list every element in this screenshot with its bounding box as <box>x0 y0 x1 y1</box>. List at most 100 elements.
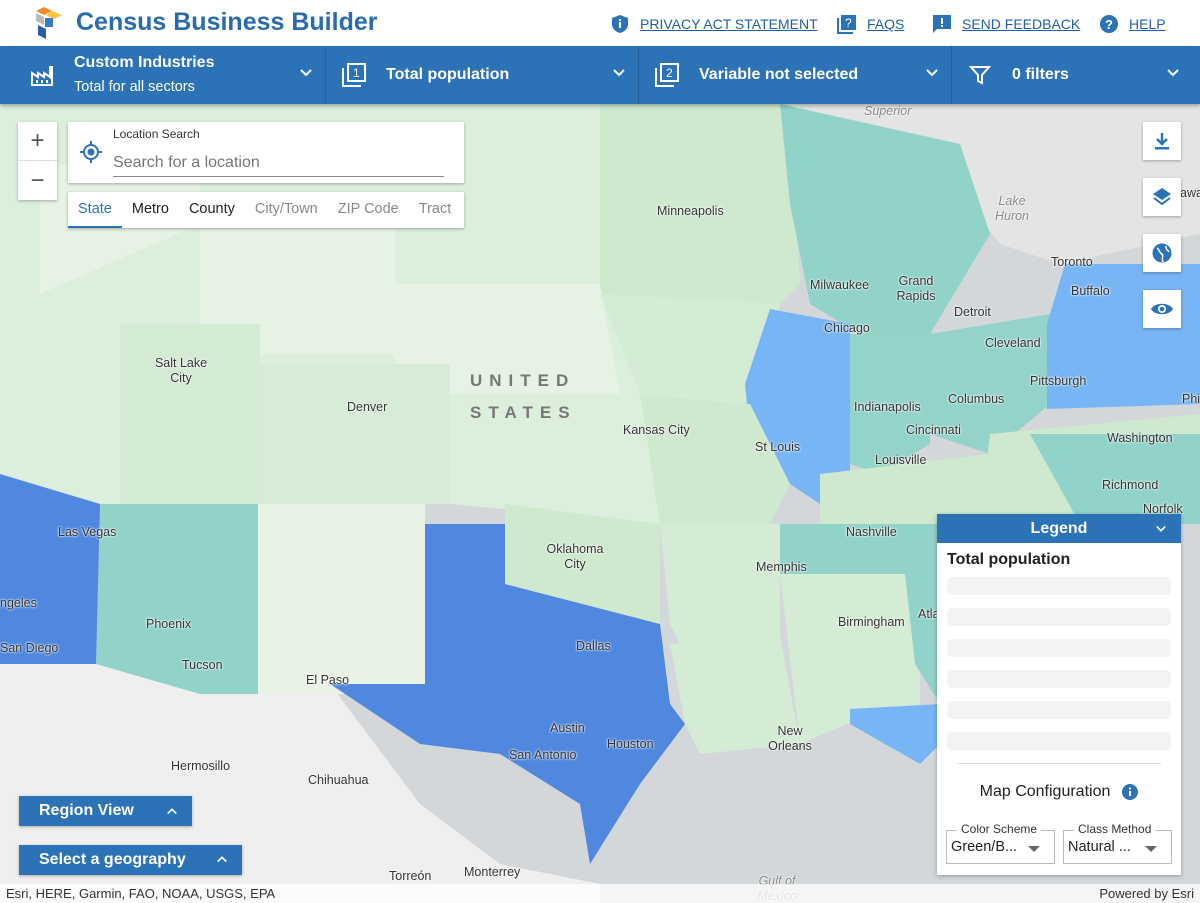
basemap-button[interactable] <box>1143 234 1181 272</box>
legend-panel: Legend Total population Map Configuratio… <box>937 514 1181 875</box>
feedback-link-label[interactable]: SEND FEEDBACK <box>962 16 1080 32</box>
legend-title: Total population <box>947 551 1071 568</box>
search-input[interactable] <box>113 149 444 177</box>
city-label: Milwaukee <box>810 278 870 292</box>
tab-city-town[interactable]: City/Town <box>245 192 328 228</box>
variable-1-selector[interactable]: 1 Total population <box>326 46 639 104</box>
city-label: Phoenix <box>146 617 192 631</box>
legend-placeholder <box>947 732 1171 750</box>
download-button[interactable] <box>1143 122 1181 160</box>
svg-text:1: 1 <box>353 66 360 80</box>
legend-placeholder <box>947 577 1171 595</box>
chevron-down-icon <box>300 69 312 77</box>
map-attribution: Esri, HERE, Garmin, FAO, NOAA, USGS, EPA… <box>0 884 1200 903</box>
tab-tract[interactable]: Tract <box>409 192 462 228</box>
factory-icon <box>31 66 53 86</box>
faqs-link-label[interactable]: FAQS <box>867 16 904 32</box>
class-method-select[interactable]: Class Method Natural ... <box>1063 822 1172 864</box>
top-bar: Census Business Builder PRIVACY ACT STAT… <box>0 0 1200 46</box>
help-link[interactable]: ? HELP <box>1099 14 1166 34</box>
powered-by-esri[interactable]: Powered by Esri <box>1099 884 1194 903</box>
eye-icon <box>1151 303 1173 315</box>
industry-selector[interactable]: Custom Industries Total for all sectors <box>0 46 326 104</box>
legend-placeholder <box>947 608 1171 626</box>
city-label: Philade <box>1182 392 1200 406</box>
city-label: Memphis <box>756 560 807 574</box>
search-label: Location Search <box>113 127 200 141</box>
city-label: Richmond <box>1102 478 1159 492</box>
cbb-logo <box>36 7 62 39</box>
city-label: Minneapolis <box>657 204 724 218</box>
city-label: Salt Lake City <box>154 356 208 385</box>
map-view[interactable]: UNITED STATES Superior Minneapolis Lake Hu… <box>0 104 1200 903</box>
layers-icon <box>1153 188 1171 206</box>
city-label: Denver <box>347 400 388 414</box>
filters-selector[interactable]: 0 filters <box>952 46 1200 104</box>
region-view-label: Region View <box>39 802 134 819</box>
tab-county[interactable]: County <box>179 192 245 228</box>
variable-2-label: Variable not selected <box>699 66 859 83</box>
feedback-link[interactable]: SEND FEEDBACK <box>932 14 1080 34</box>
city-label: Pittsburgh <box>1030 374 1087 388</box>
state-arkansas <box>660 524 780 644</box>
legend-placeholder <box>947 639 1171 657</box>
city-label: Chicago <box>824 321 870 335</box>
svg-text:?: ? <box>1105 17 1113 32</box>
zoom-in-button[interactable]: + <box>18 122 57 161</box>
select-geography-button[interactable]: Select a geography <box>19 845 242 875</box>
city-label: ngeles <box>0 596 37 610</box>
select-geography-label: Select a geography <box>39 851 186 868</box>
privacy-link[interactable]: PRIVACY ACT STATEMENT <box>610 14 818 34</box>
help-circle-icon: ? <box>1099 14 1119 34</box>
industry-title: Custom Industries <box>74 54 215 71</box>
legend-header-label: Legend <box>1030 520 1088 537</box>
color-scheme-select[interactable]: Color Scheme Green/B... <box>946 822 1055 864</box>
app-title: Census Business Builder <box>76 8 378 36</box>
city-label: Grand Rapids <box>896 274 936 303</box>
city-label: Columbus <box>948 392 1005 406</box>
tab-state[interactable]: State <box>68 192 122 228</box>
feedback-icon <box>932 14 952 34</box>
help-link-label[interactable]: HELP <box>1129 16 1166 32</box>
zoom-out-button[interactable]: − <box>18 161 57 200</box>
filter-1-icon: 1 <box>342 63 366 87</box>
city-label: St Louis <box>755 440 801 454</box>
chevron-down-icon[interactable] <box>1155 523 1167 535</box>
city-label: Detroit <box>954 305 991 319</box>
chevron-up-icon <box>167 808 177 815</box>
city-label: Las Vegas <box>58 525 117 539</box>
country-label: STATES <box>470 403 577 422</box>
city-label: Tucson <box>182 658 223 672</box>
attribution-text: Esri, HERE, Garmin, FAO, NOAA, USGS, EPA <box>6 886 276 901</box>
city-label: Cincinnati <box>906 423 961 437</box>
map-config-title: Map Configuration <box>979 783 1111 800</box>
variable-2-selector[interactable]: 2 Variable not selected <box>639 46 952 104</box>
industry-subtitle: Total for all sectors <box>74 79 195 95</box>
city-label: Kansas City <box>623 423 690 437</box>
variable-bar: Custom Industries Total for all sectors … <box>0 46 1200 104</box>
geography-tabs: State Metro County City/Town ZIP Code Tr… <box>68 192 464 228</box>
city-label: Washington <box>1107 431 1173 445</box>
city-label: New Orleans <box>768 724 812 753</box>
city-label: Birmingham <box>838 615 905 629</box>
faqs-link[interactable]: ? FAQS <box>837 14 904 34</box>
zoom-controls: + − <box>18 122 57 200</box>
info-icon[interactable] <box>1122 784 1139 800</box>
state-colorado <box>260 364 450 504</box>
color-scheme-value: Green/B... <box>951 839 1018 855</box>
tab-metro[interactable]: Metro <box>122 192 179 228</box>
state-new-mexico <box>258 504 425 694</box>
dropdown-arrow-icon <box>1028 846 1040 852</box>
privacy-link-label[interactable]: PRIVACY ACT STATEMENT <box>640 16 818 32</box>
city-label: Dallas <box>576 639 611 653</box>
state-utah <box>120 324 260 524</box>
city-label: Indianapolis <box>854 400 921 414</box>
city-label: Houston <box>607 737 654 751</box>
locate-crosshair-icon[interactable] <box>79 140 103 164</box>
visibility-button[interactable] <box>1143 290 1181 328</box>
tab-zip-code[interactable]: ZIP Code <box>328 192 409 228</box>
region-view-button[interactable]: Region View <box>19 796 192 826</box>
layers-button[interactable] <box>1143 178 1181 216</box>
legend-header[interactable]: Legend <box>937 514 1181 543</box>
city-label: San Antonio <box>509 748 577 762</box>
